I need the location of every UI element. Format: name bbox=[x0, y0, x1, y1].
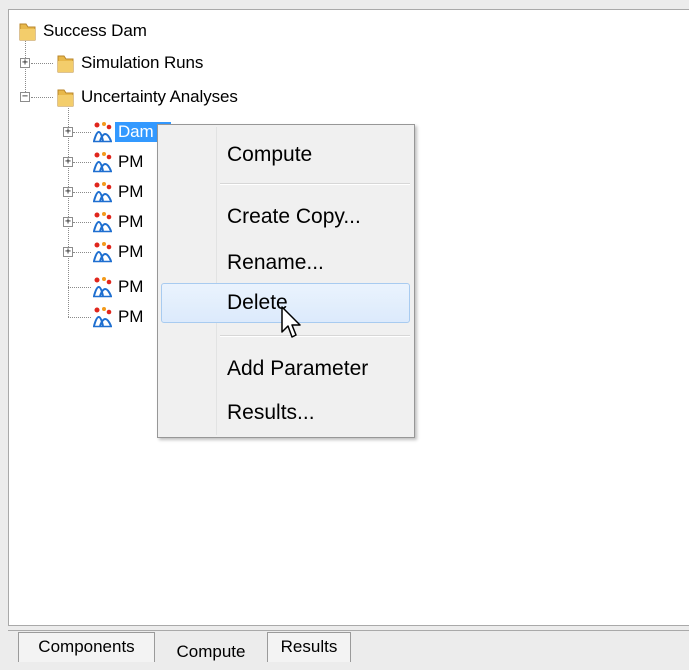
tree-connector bbox=[73, 252, 91, 253]
tree-item-label: PM bbox=[118, 212, 144, 231]
expand-toggle[interactable]: + bbox=[63, 217, 73, 227]
menu-separator bbox=[220, 183, 410, 185]
tree-item-label: PM bbox=[118, 277, 144, 296]
tree-connector bbox=[73, 162, 91, 163]
tree-connector bbox=[68, 287, 91, 288]
expand-toggle[interactable]: + bbox=[20, 58, 30, 68]
menu-item-create-copy[interactable]: Create Copy... bbox=[161, 197, 410, 237]
menu-separator bbox=[220, 335, 410, 337]
tree-item-label: PM bbox=[118, 242, 144, 261]
tree-root-label: Success Dam bbox=[43, 21, 147, 40]
tree-connector bbox=[31, 97, 53, 98]
context-menu: Compute Create Copy... Rename... Delete … bbox=[157, 124, 415, 438]
tree-item-label: PM bbox=[118, 182, 144, 201]
folder-icon bbox=[55, 86, 76, 108]
uncertainty-analysis-icon bbox=[92, 241, 113, 263]
tree-connector bbox=[73, 222, 91, 223]
uncertainty-analysis-icon bbox=[92, 181, 113, 203]
uncertainty-analysis-icon bbox=[92, 121, 113, 143]
expand-toggle[interactable]: + bbox=[63, 187, 73, 197]
uncertainty-analysis-icon bbox=[92, 276, 113, 298]
tree-connector bbox=[68, 317, 91, 318]
tree-item-label: PM bbox=[118, 152, 144, 171]
uncertainty-analysis-icon bbox=[92, 151, 113, 173]
tab-compute[interactable]: Compute bbox=[158, 638, 264, 668]
tree-item-analysis[interactable]: PM bbox=[92, 241, 146, 263]
tree-folder-label: Simulation Runs bbox=[81, 53, 204, 72]
tree-item-analysis[interactable]: PM bbox=[92, 306, 146, 328]
expand-toggle[interactable]: + bbox=[63, 247, 73, 257]
tree-item-analysis[interactable]: PM bbox=[92, 276, 146, 298]
tree-item-analysis[interactable]: PM bbox=[92, 181, 146, 203]
folder-icon bbox=[55, 52, 76, 74]
menu-item-results[interactable]: Results... bbox=[161, 393, 410, 433]
expand-toggle[interactable]: + bbox=[63, 127, 73, 137]
collapse-toggle[interactable]: − bbox=[20, 92, 30, 102]
tree-connector bbox=[73, 132, 91, 133]
mouse-cursor-icon bbox=[281, 306, 301, 338]
tree-root[interactable]: Success Dam bbox=[17, 20, 150, 42]
tree-folder-uncertainty-analyses[interactable]: Uncertainty Analyses bbox=[55, 86, 241, 108]
tree-connector bbox=[68, 108, 69, 317]
tree-item-analysis[interactable]: PM bbox=[92, 151, 146, 173]
tree-connector bbox=[73, 192, 91, 193]
tree-folder-label: Uncertainty Analyses bbox=[81, 87, 238, 106]
tab-components[interactable]: Components bbox=[18, 632, 155, 662]
menu-item-add-parameter[interactable]: Add Parameter bbox=[161, 349, 410, 389]
menu-item-compute[interactable]: Compute bbox=[161, 135, 410, 175]
menu-item-rename[interactable]: Rename... bbox=[161, 243, 410, 283]
expand-toggle[interactable]: + bbox=[63, 157, 73, 167]
tree-folder-simulation-runs[interactable]: Simulation Runs bbox=[55, 52, 206, 74]
tree-item-label: PM bbox=[118, 307, 144, 326]
tab-results[interactable]: Results bbox=[267, 632, 351, 662]
uncertainty-analysis-icon bbox=[92, 306, 113, 328]
tree-item-analysis[interactable]: PM bbox=[92, 211, 146, 233]
tree-connector bbox=[31, 63, 53, 64]
uncertainty-analysis-icon bbox=[92, 211, 113, 233]
tab-strip-border bbox=[8, 630, 689, 631]
folder-icon bbox=[17, 20, 38, 42]
